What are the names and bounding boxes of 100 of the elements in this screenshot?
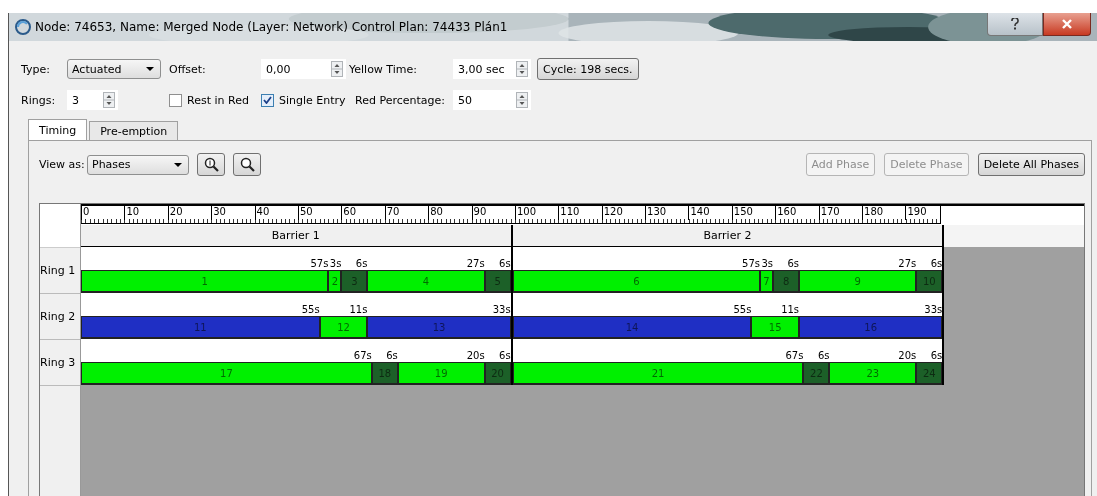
ruler-tick-label: 180	[862, 206, 906, 220]
ruler-tick-label: 90	[471, 206, 515, 220]
ruler-tick-label: 120	[601, 206, 646, 220]
phase-bar: 16	[799, 316, 943, 339]
magnifier-icon	[239, 157, 255, 172]
window-title: Node: 74653, Name: Merged Node (Layer: Network) Control Plan: 74433 Plán1	[35, 20, 508, 34]
spinner-icon	[516, 92, 528, 108]
field-label: Rings:	[21, 93, 57, 107]
phase-bar: 7	[760, 270, 774, 293]
tab[interactable]: Timing	[28, 119, 88, 140]
phase-duration: 57s	[310, 258, 329, 270]
ring-label: Ring 1	[40, 248, 80, 294]
field-label: Red Percentage:	[354, 93, 446, 107]
phase-bar: 19	[397, 362, 485, 385]
app-icon	[15, 19, 31, 35]
field-label: Type:	[21, 62, 51, 76]
phase-duration: 6s	[499, 350, 511, 362]
ruler-tick-label: 140	[688, 206, 732, 220]
close-icon	[1062, 19, 1072, 29]
ruler-tick-label: 10	[124, 206, 168, 220]
phase-bar: 2	[328, 270, 342, 293]
checkbox[interactable]	[261, 93, 274, 107]
phase-bar: 4	[367, 270, 485, 293]
phase-duration: 11s	[349, 304, 368, 316]
ruler-tick-label: 150	[731, 206, 776, 220]
toolbar-button[interactable]: Delete All Phases	[977, 153, 1085, 176]
barrier-header: Barrier 1	[81, 225, 513, 247]
phase-bar: 23	[829, 362, 917, 385]
phase-bar: 13	[367, 316, 511, 339]
phase-duration: 20s	[466, 350, 485, 362]
ruler-tick-label: 130	[645, 206, 689, 220]
dropdown[interactable]: Actuated	[67, 59, 161, 79]
field-label: Yellow Time:	[349, 62, 418, 76]
phase-duration: 57s	[742, 258, 761, 270]
field-label: Offset:	[169, 62, 207, 76]
checkbox[interactable]	[169, 93, 182, 107]
ruler-tick-label: 40	[254, 206, 298, 220]
magnifier-icon	[203, 157, 219, 172]
caret-icon	[174, 162, 182, 167]
spinner-icon	[103, 92, 115, 108]
phase-duration: 6s	[930, 258, 943, 270]
phase-duration: 67s	[353, 350, 372, 362]
ruler-tick-label: 160	[775, 206, 819, 220]
spinner-icon	[516, 61, 528, 77]
phase-duration: 55s	[301, 304, 320, 316]
phase-duration: 33s	[492, 304, 511, 316]
phase-duration: 27s	[898, 258, 917, 270]
phase-duration: 6s	[499, 258, 511, 270]
checkbox-label: Rest in Red	[187, 93, 249, 107]
phase-duration: 11s	[781, 304, 800, 316]
checkbox-label: Single Entry	[279, 93, 346, 107]
phase-bar: 11	[81, 316, 320, 339]
ruler-tick-label: 20	[167, 206, 212, 220]
phase-duration: 20s	[898, 350, 917, 362]
phase-duration: 6s	[817, 350, 830, 362]
phase-duration: 27s	[466, 258, 485, 270]
field-label: View as:	[39, 158, 86, 171]
phase-bar: 14	[512, 316, 752, 339]
phase-bar: 17	[81, 362, 372, 385]
ruler-tick-label: 190	[905, 206, 949, 220]
checkmark-icon	[263, 96, 272, 104]
spin-field[interactable]: 3	[67, 90, 118, 110]
phase-duration: 3s	[329, 258, 342, 270]
ruler-tick-label: 70	[384, 206, 429, 220]
phase-bar: 9	[799, 270, 917, 293]
ruler-tick-label: 50	[297, 206, 342, 220]
phase-duration: 6s	[355, 258, 368, 270]
zoom-in-button[interactable]	[197, 153, 225, 176]
spin-field[interactable]: 3,00 sec	[453, 59, 531, 79]
tab[interactable]: Pre-emption	[89, 121, 179, 140]
ruler-tick-label: 100	[514, 206, 559, 220]
phase-duration: 67s	[785, 350, 804, 362]
caret-icon	[146, 67, 154, 71]
phase-bar: 1	[81, 270, 329, 293]
phase-bar: 15	[751, 316, 800, 339]
ruler-tick-label: 80	[428, 206, 472, 220]
phase-duration: 6s	[930, 350, 943, 362]
phase-bar: 12	[319, 316, 368, 339]
ruler-tick-label: 110	[558, 206, 602, 220]
phase-duration: 6s	[386, 350, 398, 362]
cycle-button[interactable]: Cycle: 198 secs.	[537, 58, 639, 80]
barrier-header: Barrier 2	[512, 225, 945, 247]
ring-label: Ring 3	[40, 340, 80, 386]
ruler-tick-label: 30	[211, 206, 255, 220]
spinner-icon	[331, 61, 343, 77]
ruler-tick-label: 170	[818, 206, 863, 220]
close-button[interactable]	[1043, 13, 1091, 36]
phase-duration: 3s	[761, 258, 774, 270]
help-icon	[1011, 18, 1019, 30]
view-dropdown[interactable]: Phases	[87, 154, 189, 175]
phase-duration: 33s	[924, 304, 943, 316]
phase-duration: 55s	[733, 304, 752, 316]
spin-field[interactable]: 50	[453, 90, 531, 110]
ruler-tick-label: 60	[341, 206, 385, 220]
spin-field[interactable]: 0,00	[261, 59, 346, 79]
zoom-out-button[interactable]	[233, 153, 261, 176]
phase-bar: 6	[512, 270, 761, 293]
ruler-tick-label: 0	[81, 206, 125, 220]
phase-duration: 6s	[787, 258, 800, 270]
ring-label: Ring 2	[40, 294, 80, 340]
